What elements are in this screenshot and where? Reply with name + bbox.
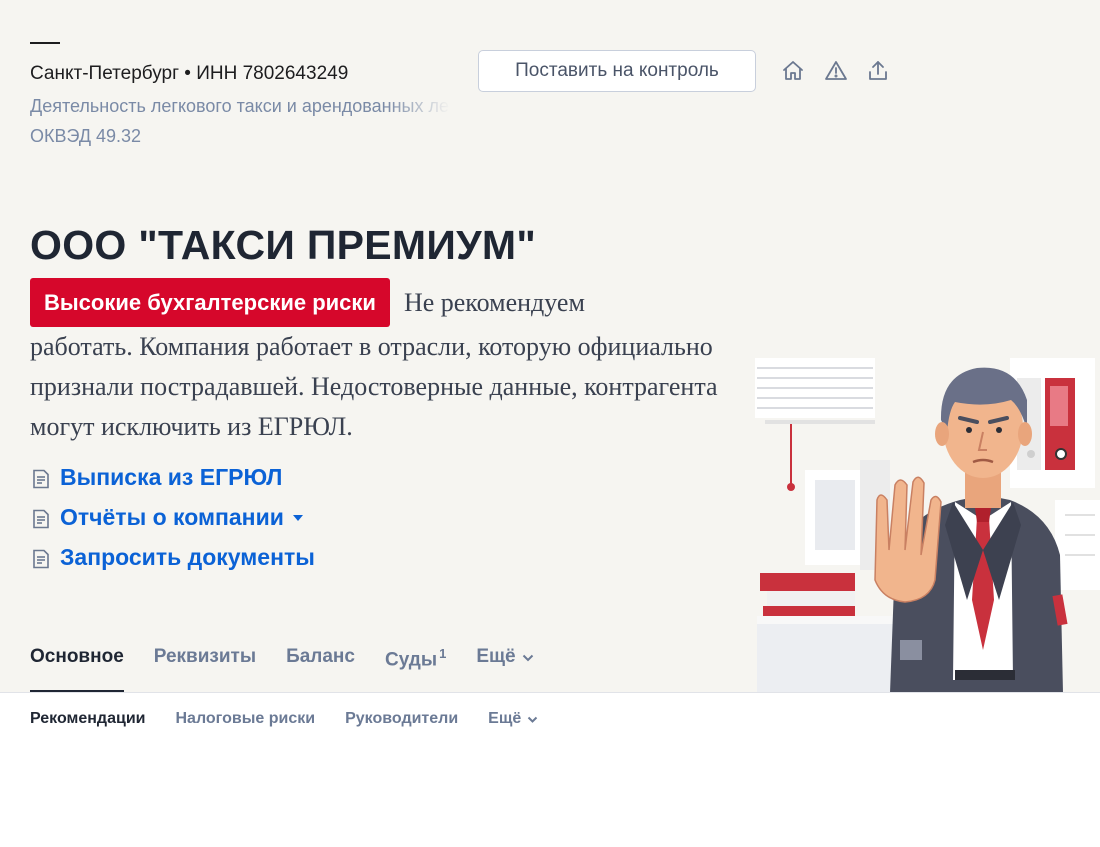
main-tabs: Основное Реквизиты Баланс Суды 1 Ещё: [30, 646, 534, 693]
tabs-divider: [0, 692, 1100, 693]
courts-count-badge: 1: [439, 646, 447, 661]
chevron-down-icon: [528, 716, 538, 723]
okved-code: ОКВЭД 49.32: [30, 126, 142, 146]
company-reports-link[interactable]: Отчёты о компании: [32, 504, 304, 531]
risk-summary: Высокие бухгалтерские риски Не рекомендуе…: [30, 278, 720, 447]
subtab-more-label: Ещё: [488, 710, 522, 727]
tab-balance[interactable]: Баланс: [286, 646, 355, 693]
egrul-extract-link[interactable]: Выписка из ЕГРЮЛ: [32, 464, 282, 491]
sub-tabs: Рекомендации Налоговые риски Руководител…: [30, 710, 538, 728]
tab-more[interactable]: Ещё: [476, 646, 533, 693]
subtab-recommendations[interactable]: Рекомендации: [30, 710, 146, 728]
egrul-extract-label: Выписка из ЕГРЮЛ: [60, 464, 283, 490]
subtab-managers[interactable]: Руководители: [345, 710, 458, 728]
subtab-more[interactable]: Ещё: [488, 710, 538, 728]
decorative-dash: [30, 42, 60, 44]
tab-more-label: Ещё: [476, 646, 516, 667]
warning-icon[interactable]: [823, 58, 849, 84]
caret-down-icon: [292, 514, 303, 521]
company-location: Санкт-Петербург • ИНН 7802643249: [30, 63, 349, 84]
chevron-down-icon: [522, 654, 533, 662]
company-name: ООО "ТАКСИ ПРЕМИУМ": [30, 222, 537, 268]
tab-courts[interactable]: Суды 1: [385, 646, 446, 693]
request-documents-label: Запросить документы: [60, 544, 315, 570]
share-icon[interactable]: [865, 58, 891, 84]
home-icon[interactable]: [780, 58, 806, 84]
tab-courts-label: Суды: [384, 649, 438, 671]
stop-officer-illustration: [755, 358, 1100, 693]
document-icon: [32, 508, 50, 528]
document-icon: [32, 548, 50, 568]
company-hero: Санкт-Петербург • ИНН 7802643249 Деятель…: [0, 0, 1100, 693]
tab-main[interactable]: Основное: [30, 646, 124, 693]
request-documents-link[interactable]: Запросить документы: [32, 544, 315, 571]
risk-badge: Высокие бухгалтерские риски: [30, 278, 390, 327]
risk-description: работать. Компания работает в отрасли, к…: [30, 332, 718, 441]
company-reports-label: Отчёты о компании: [60, 504, 284, 530]
company-activity: Деятельность легкового такси и арендован…: [30, 96, 450, 116]
tab-requisites[interactable]: Реквизиты: [154, 646, 256, 693]
document-icon: [32, 468, 50, 488]
risk-first-line: Не рекомендуем: [403, 288, 585, 317]
subtab-tax-risks[interactable]: Налоговые риски: [176, 710, 316, 728]
watch-button[interactable]: Поставить на контроль: [478, 50, 756, 92]
